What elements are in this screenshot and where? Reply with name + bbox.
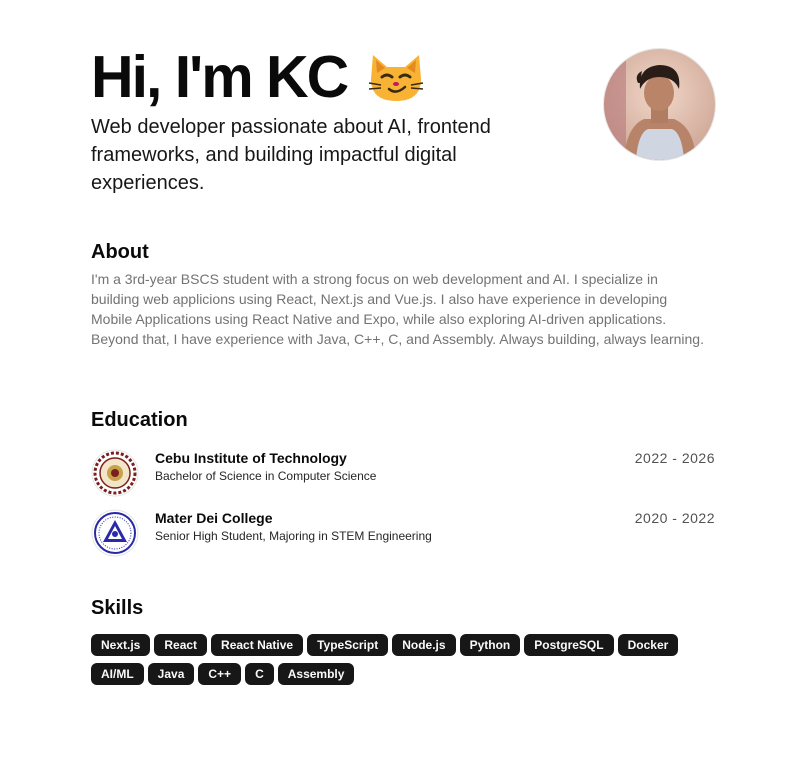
smirking-cat-emoji-icon — [367, 49, 425, 105]
education-school: Cebu Institute of Technology — [155, 450, 347, 466]
about-section: About I'm a 3rd-year BSCS student with a… — [91, 238, 715, 349]
education-item-mdc[interactable]: Mater Dei College Senior High Student, M… — [91, 506, 715, 566]
portfolio-page: Hi, I'm KC Web developer passionate abou… — [91, 0, 716, 685]
skill-list: Next.js React React Native TypeScript No… — [91, 634, 721, 685]
skill-badge: TypeScript — [307, 634, 389, 656]
education-section: Education Cebu Institute of Technology B… — [91, 406, 715, 566]
avatar — [603, 48, 716, 161]
skill-badge: C++ — [198, 663, 242, 685]
mdc-seal-icon — [91, 509, 139, 557]
hero-subtitle: Web developer passionate about AI, front… — [91, 116, 491, 194]
skill-badge: Node.js — [392, 634, 456, 656]
education-school: Mater Dei College — [155, 510, 273, 526]
education-title: Education — [91, 409, 188, 431]
hero-section: Hi, I'm KC Web developer passionate abou… — [91, 0, 716, 200]
skill-badge: React — [154, 634, 208, 656]
skill-badge: Next.js — [91, 634, 151, 656]
education-list: Cebu Institute of Technology Bachelor of… — [91, 446, 715, 566]
hero-title: Hi, I'm KC — [91, 44, 349, 110]
skills-section: Skills Next.js React React Native TypeSc… — [91, 594, 715, 685]
about-title: About — [91, 241, 149, 263]
hero-heading: Hi, I'm KC — [91, 42, 425, 112]
education-years: 2022 - 2026 — [634, 450, 715, 466]
skill-badge: Docker — [617, 634, 679, 656]
cit-seal-icon — [91, 449, 139, 497]
education-item-cit[interactable]: Cebu Institute of Technology Bachelor of… — [91, 446, 715, 506]
education-years: 2020 - 2022 — [634, 510, 715, 526]
skill-badge: Assembly — [277, 663, 355, 685]
skill-badge: C — [245, 663, 274, 685]
skills-title: Skills — [91, 597, 144, 619]
education-degree: Bachelor of Science in Computer Science — [155, 469, 377, 483]
skill-badge: AI/ML — [91, 663, 144, 685]
skill-badge: Java — [147, 663, 195, 685]
skill-badge: PostgreSQL — [524, 634, 614, 656]
skill-badge: React Native — [211, 634, 304, 656]
skill-badge: Python — [459, 634, 521, 656]
about-text: I'm a 3rd-year BSCS student with a stron… — [91, 271, 704, 347]
education-degree: Senior High Student, Majoring in STEM En… — [155, 529, 432, 543]
